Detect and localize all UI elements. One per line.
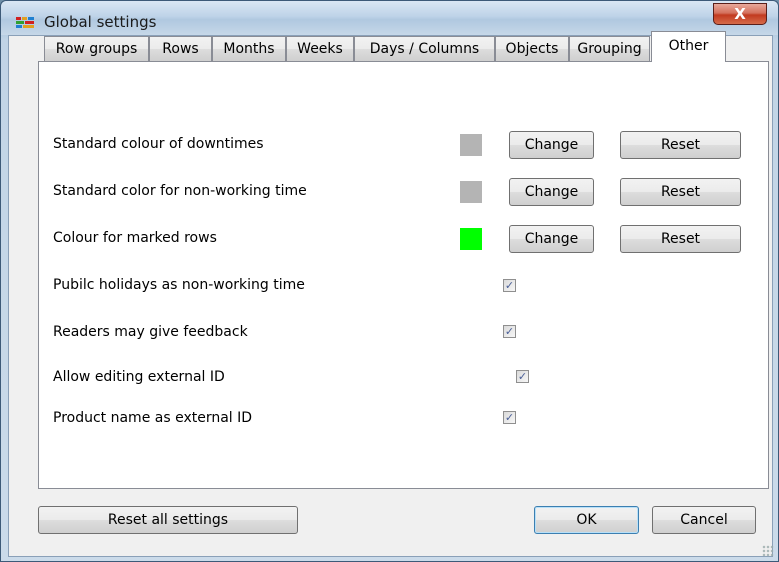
product-name-external-id-checkbox[interactable]: ✓ (503, 411, 516, 424)
tab-label: Days / Columns (369, 41, 480, 57)
tab-label: Row groups (55, 41, 138, 57)
close-icon: X (734, 5, 746, 23)
downtime-colour-label: Standard colour of downtimes (53, 136, 264, 152)
marked-rows-colour-label: Colour for marked rows (53, 230, 217, 246)
ok-button[interactable]: OK (534, 506, 639, 534)
app-icon (16, 17, 34, 28)
tab-label: Grouping (577, 41, 642, 57)
marked-rows-colour-swatch (460, 228, 482, 250)
tab-grouping[interactable]: Grouping (569, 36, 650, 61)
tab-rows[interactable]: Rows (149, 36, 212, 61)
tab-objects[interactable]: Objects (495, 36, 569, 61)
button-label: Reset (660, 184, 701, 200)
tab-other[interactable]: Other (651, 31, 726, 62)
reset-marked-rows-colour-button[interactable]: Reset (620, 225, 741, 253)
close-button[interactable]: X (713, 3, 767, 25)
tab-days-columns[interactable]: Days / Columns (354, 36, 495, 61)
tab-label: Rows (162, 41, 199, 57)
button-label: Cancel (680, 512, 728, 528)
tab-label: Months (223, 41, 275, 57)
checkmark-icon: ✓ (504, 411, 515, 424)
reset-all-settings-button[interactable]: Reset all settings (38, 506, 298, 534)
cancel-button[interactable]: Cancel (652, 506, 756, 534)
button-label: Reset (660, 231, 701, 247)
readers-feedback-checkbox[interactable]: ✓ (503, 325, 516, 338)
checkmark-icon: ✓ (517, 370, 528, 383)
allow-editing-external-id-label: Allow editing external ID (53, 369, 225, 385)
button-label: Reset all settings (107, 512, 229, 528)
button-label: Reset (660, 137, 701, 153)
tab-label: Objects (505, 41, 559, 57)
allow-editing-external-id-checkbox[interactable]: ✓ (516, 370, 529, 383)
button-label: Change (524, 137, 579, 153)
public-holidays-label: Pubilc holidays as non-working time (53, 277, 305, 293)
button-label: OK (576, 512, 597, 528)
button-label: Change (524, 184, 579, 200)
resize-grip-icon[interactable] (762, 545, 774, 557)
tab-row-groups[interactable]: Row groups (44, 36, 149, 61)
checkmark-icon: ✓ (504, 279, 515, 292)
tab-months[interactable]: Months (212, 36, 286, 61)
product-name-external-id-label: Product name as external ID (53, 410, 253, 426)
non-working-colour-label: Standard color for non-working time (53, 183, 307, 199)
reset-downtime-colour-button[interactable]: Reset (620, 131, 741, 159)
checkmark-icon: ✓ (504, 325, 515, 338)
change-downtime-colour-button[interactable]: Change (509, 131, 594, 159)
tab-weeks[interactable]: Weeks (286, 36, 354, 61)
window-title: Global settings (44, 13, 157, 31)
change-non-working-colour-button[interactable]: Change (509, 178, 594, 206)
tab-label: Other (668, 38, 709, 54)
non-working-colour-swatch (460, 181, 482, 203)
downtime-colour-swatch (460, 134, 482, 156)
tab-label: Weeks (297, 41, 343, 57)
readers-feedback-label: Readers may give feedback (53, 324, 248, 340)
change-marked-rows-colour-button[interactable]: Change (509, 225, 594, 253)
title-bar[interactable]: Global settings X (1, 1, 778, 35)
button-label: Change (524, 231, 579, 247)
public-holidays-checkbox[interactable]: ✓ (503, 279, 516, 292)
reset-non-working-colour-button[interactable]: Reset (620, 178, 741, 206)
